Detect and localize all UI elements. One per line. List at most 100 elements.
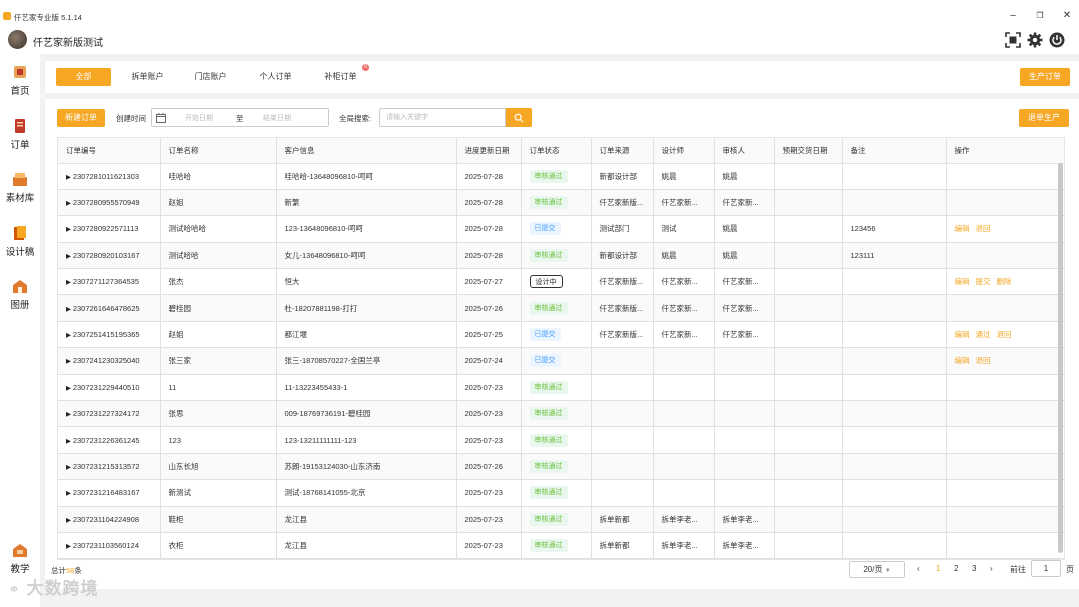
sidebar-item-tutorial[interactable]: 教学 xyxy=(0,542,40,575)
table-row[interactable]: ▶ 2307280920103167 测试哈哈 女儿-13648096810-呵呵 2… xyxy=(58,242,1064,270)
cell-designer: 仟艺家新... xyxy=(653,294,715,322)
cell-date: 2025-07-25 xyxy=(456,321,522,349)
row-action-link[interactable]: 删除 xyxy=(997,277,1012,286)
start-date-input[interactable]: 开始日期 xyxy=(185,113,213,123)
expand-row-icon[interactable]: ▶ xyxy=(66,226,73,233)
table-row[interactable]: ▶ 2307231229440510 11 11-13223455433-1 2025… xyxy=(58,374,1064,402)
table-row[interactable]: ▶ 2307231104224908 鞋柜 龙江县 2025-07-23 审核通过 拆单新… xyxy=(58,506,1064,533)
page-size-select[interactable]: 20/页 ▼ xyxy=(849,561,905,578)
sidebar-item-label: 图册 xyxy=(10,300,30,311)
cell-date: 2025-07-23 xyxy=(456,506,522,533)
expand-row-icon[interactable]: ▶ xyxy=(66,200,73,207)
expand-row-icon[interactable]: ▶ xyxy=(66,490,73,497)
prev-page-icon[interactable]: ‹ xyxy=(917,564,920,573)
scan-icon[interactable] xyxy=(1005,32,1021,48)
new-order-button[interactable]: 新建订单 xyxy=(57,109,105,127)
restore-icon[interactable]: ❐ xyxy=(1033,11,1047,21)
expand-row-icon[interactable]: ▶ xyxy=(66,438,73,445)
column-header: 订单状态 xyxy=(521,138,592,164)
table-row[interactable]: ▶ 2307231227324172 张思 009-18769736191-碧桂园 2… xyxy=(58,400,1064,428)
cell-name: 山东长旭 xyxy=(160,453,277,481)
order-id: 2307231227324172 xyxy=(72,409,140,419)
table-row[interactable]: ▶ 2307231215313572 山东长旭 苏朗-19153124030-山东济… xyxy=(58,453,1064,481)
row-action-link[interactable]: 退回 xyxy=(976,356,991,365)
search-input[interactable]: 请输入关键字 xyxy=(379,108,506,127)
expand-row-icon[interactable]: ▶ xyxy=(66,385,73,392)
cell-reviewer: 姚晨 xyxy=(714,242,775,270)
cell-designer xyxy=(653,479,715,507)
page-1[interactable]: 1 xyxy=(936,564,940,573)
table-scrollbar[interactable] xyxy=(1058,163,1063,553)
status-badge: 审核通过 xyxy=(529,433,568,447)
row-action-link[interactable]: 编辑 xyxy=(955,356,970,365)
minimize-icon[interactable]: – xyxy=(1006,11,1020,21)
table-row[interactable]: ▶ 2307241230325040 张三家 张三-18708570227-全国兰亭… xyxy=(58,347,1064,375)
expand-row-icon[interactable]: ▶ xyxy=(66,174,73,181)
table-row[interactable]: ▶ 2307231216483167 新测试 测试-18768141055-北京 20… xyxy=(58,479,1064,507)
table-row[interactable]: ▶ 2307271127364535 张杰 恒大 2025-07-27 设计中 仟艺家新版… xyxy=(58,268,1064,296)
cell-designer: 拆单李老... xyxy=(653,532,715,559)
expand-row-icon[interactable]: ▶ xyxy=(66,411,73,418)
tab-store-account[interactable]: 门店账户 xyxy=(183,68,238,86)
page-3[interactable]: 3 xyxy=(972,564,976,573)
row-action-link[interactable]: 编辑 xyxy=(955,330,970,339)
sidebar-item-order[interactable]: 订单 xyxy=(0,118,40,151)
date-range-picker[interactable]: 开始日期 至 结束日期 xyxy=(151,108,329,127)
cell-designer: 仟艺家新... xyxy=(653,189,715,217)
table-row[interactable]: ▶ 2307261646478625 碧桂园 杜-18207881198-打打 202… xyxy=(58,294,1064,322)
cell-ops: 编辑 退回 xyxy=(946,347,1064,375)
expand-row-icon[interactable]: ▶ xyxy=(66,464,73,471)
table-row[interactable]: ▶ 2307251415195365 赵姐 都江堰 2025-07-25 已提交 仟艺家新… xyxy=(58,321,1064,349)
row-action-link[interactable]: 通过 xyxy=(976,330,991,339)
cell-name: 赵姐 xyxy=(160,321,277,349)
avatar[interactable] xyxy=(8,30,27,49)
goto-page-input[interactable]: 1 xyxy=(1031,560,1061,577)
expand-row-icon[interactable]: ▶ xyxy=(66,358,73,365)
sidebar-item-material-library[interactable]: 素材库 xyxy=(0,171,40,204)
tab-restock-order[interactable]: 补柜订单 xyxy=(313,68,368,86)
cell-status: 审核通过 xyxy=(521,189,592,217)
row-action-link[interactable]: 编辑 xyxy=(955,277,970,286)
expand-row-icon[interactable]: ▶ xyxy=(66,543,73,550)
end-date-input[interactable]: 结束日期 xyxy=(263,113,291,123)
cell-designer xyxy=(653,426,715,454)
tab-all[interactable]: 全部 xyxy=(56,68,111,86)
row-action-link[interactable]: 退回 xyxy=(976,224,991,233)
table-row[interactable]: ▶ 2307280922571113 测试哈哈哈 123-13648096810-呵… xyxy=(58,215,1064,243)
tab-personal-order[interactable]: 个人订单 xyxy=(248,68,303,86)
page-2[interactable]: 2 xyxy=(954,564,958,573)
expand-row-icon[interactable]: ▶ xyxy=(66,279,73,286)
sidebar-item-design-draft[interactable]: 设计稿 xyxy=(0,225,40,258)
table-row[interactable]: ▶ 2307231226361245 123 123-13211111111-123… xyxy=(58,426,1064,454)
table-row[interactable]: ▶ 2307231102480101 xyxy=(58,558,1064,559)
cell-id: ▶ 2307251415195365 xyxy=(58,321,161,349)
table-row[interactable]: ▶ 2307281011621303 哇哈哈 哇哈哈-13648096810-呵呵 2… xyxy=(58,163,1064,190)
row-action-link[interactable]: 退回 xyxy=(997,330,1012,339)
cell-customer: 测试-18768141055-北京 xyxy=(276,479,457,507)
cell-remark xyxy=(842,558,947,559)
row-action-link[interactable]: 提交 xyxy=(976,277,991,286)
expand-row-icon[interactable]: ▶ xyxy=(66,253,73,260)
table-row[interactable]: ▶ 2307280955570949 赵姐 新繁 2025-07-28 审核通过 仟艺家新… xyxy=(58,189,1064,217)
cell-id: ▶ 2307231226361245 xyxy=(58,426,161,454)
expand-row-icon[interactable]: ▶ xyxy=(66,517,73,524)
expand-row-icon[interactable]: ▶ xyxy=(66,306,73,313)
sidebar-item-album[interactable]: 图册 xyxy=(0,278,40,311)
gear-icon[interactable] xyxy=(1027,32,1043,48)
table-row[interactable]: ▶ 2307231103560124 衣柜 龙江县 2025-07-23 审核通过 拆单新… xyxy=(58,532,1064,559)
sidebar-item-home[interactable]: 首页 xyxy=(0,64,40,97)
quick-produce-button[interactable]: 退单生产 xyxy=(1019,109,1069,127)
cell-delivery xyxy=(774,400,843,428)
search-button[interactable] xyxy=(506,108,532,127)
tab-split-account[interactable]: 拆单账户 xyxy=(120,68,175,86)
power-icon[interactable] xyxy=(1049,32,1065,48)
next-page-icon[interactable]: › xyxy=(990,564,993,573)
order-filter-tabs: 全部 拆单账户 门店账户 个人订单 补柜订单 xyxy=(45,61,1079,93)
close-icon[interactable]: ✕ xyxy=(1060,11,1074,21)
produce-order-button[interactable]: 生产订单 xyxy=(1020,68,1070,86)
cell-customer: 龙江县 xyxy=(276,532,457,559)
cell-reviewer: 姚晨 xyxy=(714,215,775,243)
row-action-link[interactable]: 编辑 xyxy=(955,224,970,233)
cell-source xyxy=(591,400,654,428)
expand-row-icon[interactable]: ▶ xyxy=(66,332,73,339)
